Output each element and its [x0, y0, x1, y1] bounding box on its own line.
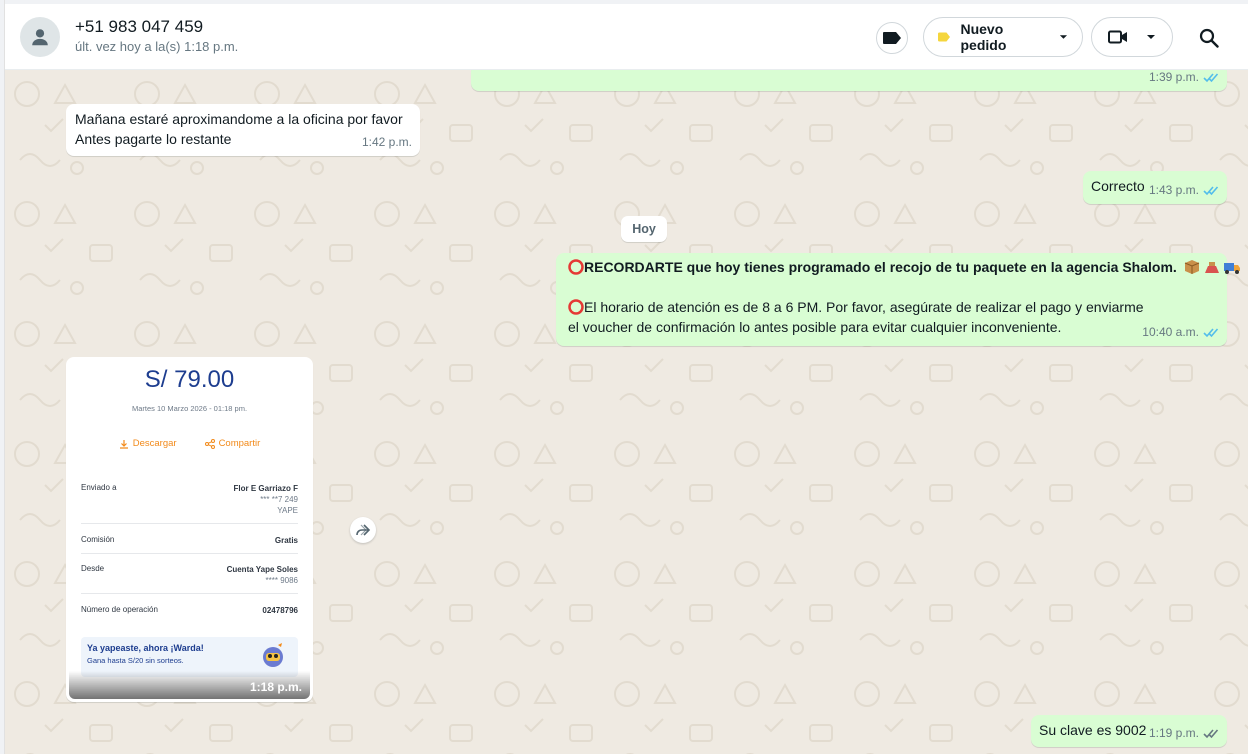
message-time: 1:42 p.m.	[361, 135, 412, 149]
message-meta: 1:43 p.m.	[1149, 180, 1219, 200]
receipt-row-key: Desde	[81, 564, 105, 573]
message-meta: 1:19 p.m.	[1149, 723, 1219, 743]
message-time: 10:40 a.m.	[1142, 325, 1199, 339]
message-meta: 1:39 p.m.	[1149, 70, 1219, 87]
share-icon	[204, 438, 215, 449]
label-tag-icon	[883, 32, 901, 44]
message-time: 1:43 p.m.	[1148, 183, 1199, 197]
new-order-button[interactable]: Nuevo pedido	[923, 17, 1083, 57]
message-line: RECORDARTE que hoy tienes programado el …	[568, 257, 1240, 277]
video-call-button[interactable]	[1091, 17, 1173, 57]
forward-button[interactable]	[350, 517, 376, 543]
chevron-down-icon	[1147, 35, 1155, 39]
reminder-line-3: el voucher de confirmación lo antes posi…	[568, 319, 1062, 335]
forward-icon	[356, 524, 371, 536]
delivered-ticks-icon	[1203, 728, 1219, 738]
day-divider: Hoy	[621, 216, 667, 242]
receipt-actions: Descargar Compartir	[69, 438, 310, 449]
read-ticks-icon	[1203, 185, 1219, 195]
search-icon	[1199, 28, 1219, 48]
receipt-promo-subtitle: Gana hasta S/20 sin sorteos.	[87, 656, 184, 665]
message-time: 1:18 p.m.	[249, 680, 302, 694]
mascot-illustration-icon	[263, 643, 283, 667]
download-icon	[119, 439, 128, 449]
contact-avatar[interactable]	[20, 17, 60, 57]
receipt-image[interactable]: S/ 79.00 Martes 10 Marzo 2026 - 01:18 pm…	[69, 360, 310, 699]
message-line: El horario de atención es de 8 a 6 PM. P…	[568, 297, 1218, 317]
chat-header: +51 983 047 459 últ. vez hoy a la(s) 1:1…	[5, 4, 1248, 70]
reminder-line-2: El horario de atención es de 8 a 6 PM. P…	[584, 299, 1144, 315]
package-icon	[1184, 260, 1199, 274]
new-order-label: Nuevo pedido	[960, 21, 1007, 53]
receipt-row-value: Gratis	[274, 536, 298, 545]
receipt-row-key: Comisión	[81, 535, 115, 544]
receipt-date: Martes 10 Marzo 2026 - 01:18 pm.	[131, 404, 248, 413]
shipping-icon	[1204, 262, 1219, 273]
message-text: RECORDARTE que hoy tienes programado el …	[568, 257, 1240, 337]
message-bubble-outgoing[interactable]: 1:39 p.m.	[471, 70, 1227, 91]
contact-last-seen: últ. vez hoy a la(s) 1:18 p.m.	[75, 39, 239, 54]
truck-icon	[1223, 263, 1240, 274]
contact-name[interactable]: +51 983 047 459	[75, 17, 203, 37]
receipt-row-value: Cuenta Yape Soles **** 9086	[226, 565, 298, 585]
video-call-icon	[1108, 30, 1127, 44]
receipt-download: Descargar	[119, 438, 177, 449]
receipt-promo-title: Ya yapeaste, ahora ¡Warda!	[87, 643, 204, 653]
receipt-row-key: Enviado a	[81, 483, 117, 492]
message-meta: 1:42 p.m.	[362, 132, 412, 152]
receipt-row-value: 02478796	[262, 606, 298, 615]
receipt-share: Compartir	[204, 438, 261, 449]
message-meta: 10:40 a.m.	[1142, 322, 1219, 342]
receipt-amount: S/ 79.00	[144, 366, 235, 393]
receipt-download-label: Descargar	[132, 438, 177, 449]
label-tag-icon	[938, 32, 951, 42]
image-message-receipt[interactable]: S/ 79.00 Martes 10 Marzo 2026 - 01:18 pm…	[66, 357, 313, 702]
reminder-bold-line: RECORDARTE que hoy tienes programado el …	[584, 259, 1177, 275]
message-bubble-outgoing[interactable]: Su clave es 9002 1:19 p.m.	[1031, 715, 1227, 747]
red-circle-icon	[568, 299, 584, 315]
red-circle-icon	[568, 259, 584, 275]
message-bubble-incoming[interactable]: Mañana estaré aproximandome a la oficina…	[66, 104, 420, 156]
message-bubble-outgoing[interactable]: RECORDARTE que hoy tienes programado el …	[556, 253, 1240, 346]
default-avatar-icon	[32, 29, 48, 46]
search-button[interactable]	[1195, 24, 1223, 52]
read-ticks-icon	[1203, 72, 1219, 82]
receipt-row-key: Número de operación	[81, 605, 158, 614]
receipt-share-label: Compartir	[218, 438, 261, 449]
receipt-row-value: Flor E Garriazo F *** **7 249 YAPE	[233, 484, 298, 515]
read-ticks-icon	[1203, 327, 1219, 337]
message-time: 1:39 p.m.	[1148, 70, 1199, 84]
receipt-divider	[81, 553, 298, 554]
label-chat-button[interactable]	[876, 22, 908, 54]
chat-panel[interactable]: 1:39 p.m. Mañana estaré aproximandome a …	[5, 70, 1248, 754]
message-text: Correcto	[1091, 178, 1145, 194]
receipt-divider	[81, 523, 298, 524]
message-text: Su clave es 9002	[1039, 722, 1147, 738]
message-line: Mañana estaré aproximandome a la oficina…	[75, 111, 403, 127]
chevron-down-icon	[1059, 35, 1068, 39]
message-time: 1:19 p.m.	[1148, 726, 1199, 740]
message-bubble-outgoing[interactable]: Correcto 1:43 p.m.	[1083, 171, 1227, 204]
receipt-divider	[81, 593, 298, 594]
